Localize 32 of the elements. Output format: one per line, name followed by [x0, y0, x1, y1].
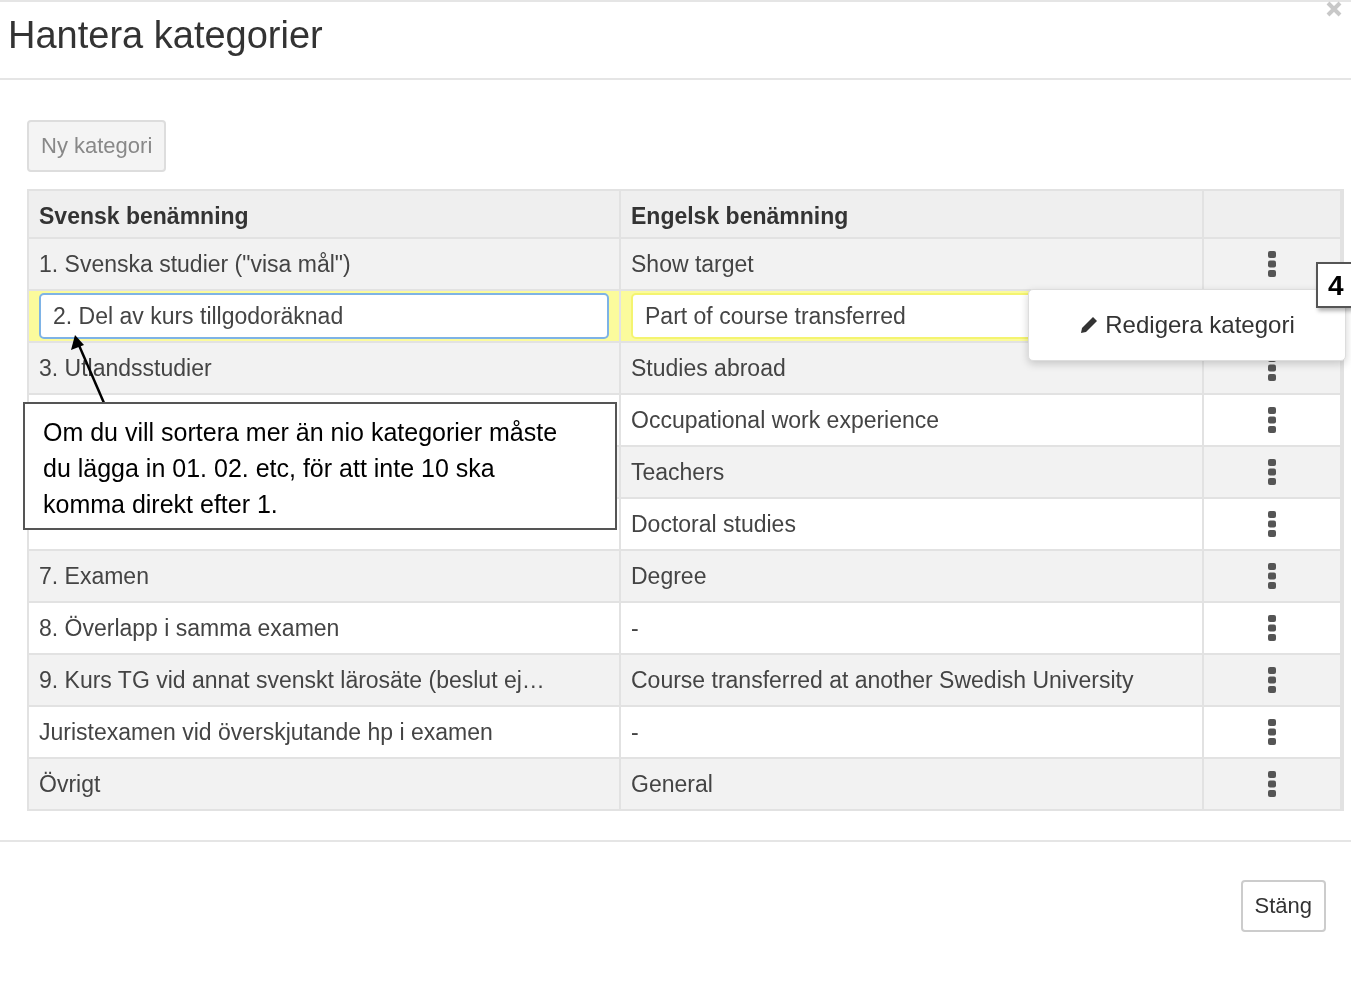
- swedish-name-field[interactable]: 2. Del av kurs tillgodoräknad: [39, 293, 609, 339]
- table-cell: Teachers: [621, 445, 1204, 497]
- more-options-icon[interactable]: [1267, 250, 1277, 278]
- more-options-icon[interactable]: [1267, 510, 1277, 538]
- more-options-icon[interactable]: [1267, 562, 1277, 590]
- pencil-icon: [1079, 315, 1100, 335]
- table-cell: -: [621, 601, 1204, 653]
- table-cell: Doctoral studies: [621, 497, 1204, 549]
- dialog-title: Hantera kategorier: [8, 13, 323, 57]
- step-number: 4: [1316, 262, 1351, 308]
- table-cell: Course transferred at another Swedish University: [621, 653, 1204, 705]
- more-options-icon[interactable]: [1267, 614, 1277, 642]
- more-options-icon[interactable]: [1267, 458, 1277, 486]
- table-cell: Show target: [621, 237, 1204, 289]
- more-options-icon[interactable]: [1267, 718, 1277, 746]
- table-cell: General: [621, 757, 1204, 809]
- close-button[interactable]: Stäng: [1240, 880, 1326, 932]
- table-cell: -: [621, 705, 1204, 757]
- more-options-icon[interactable]: [1267, 406, 1277, 434]
- more-options-icon[interactable]: [1267, 666, 1277, 694]
- table-cell: 8. Överlapp i samma examen: [29, 601, 621, 653]
- table-cell: Juristexamen vid överskjutande hp i examen: [29, 705, 621, 757]
- column-header: Svensk benämning: [29, 191, 621, 237]
- table-cell: Övrigt: [29, 757, 621, 809]
- more-options-icon[interactable]: [1267, 770, 1277, 798]
- column-header: Engelsk benämning: [621, 191, 1204, 237]
- table-cell: Occupational work experience: [621, 393, 1204, 445]
- table-cell: 7. Examen: [29, 549, 621, 601]
- table-cell: 9. Kurs TG vid annat svenskt lärosäte (beslut ej…: [29, 653, 621, 705]
- table-cell: Degree: [621, 549, 1204, 601]
- callout-note: Om du vill sortera mer än nio kategorier måste du lägga in 01. 02. etc, för att inte 10 ska komma direkt efter 1.: [23, 402, 617, 530]
- table-cell: 1. Svenska studier ("visa mål"): [29, 237, 621, 289]
